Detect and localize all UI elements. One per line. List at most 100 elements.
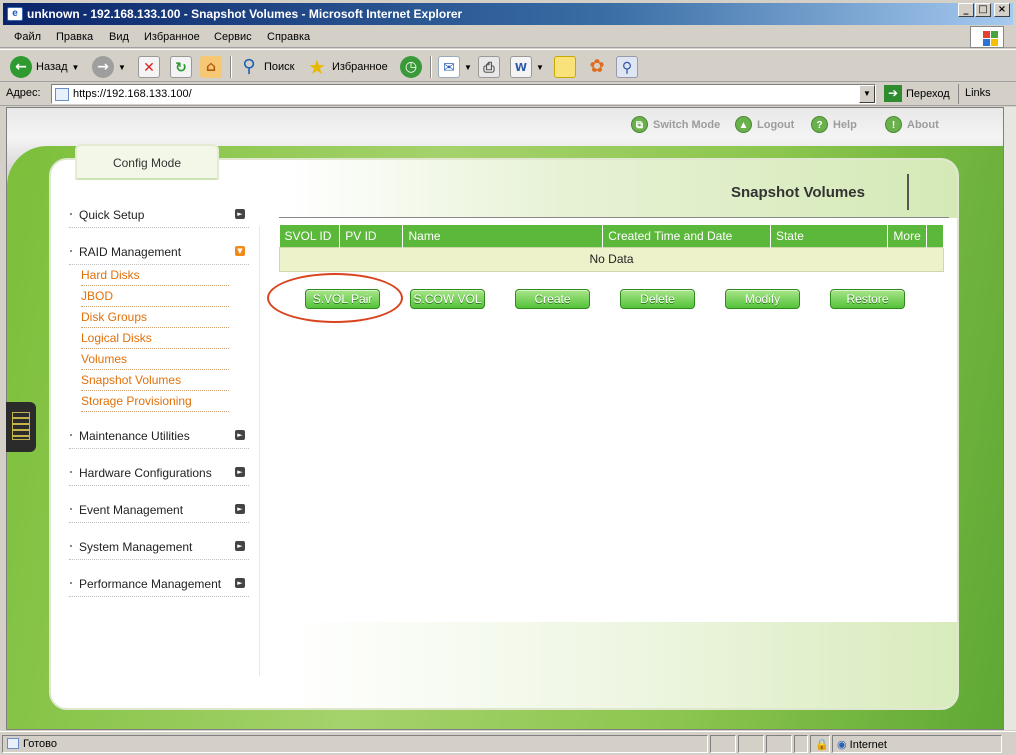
forward-button[interactable]: → ▼ [92,55,126,79]
refresh-icon: ↻ [170,56,192,78]
messenger-button[interactable]: ✿ [586,55,608,79]
logout-link[interactable]: ▲ Logout [735,116,794,133]
menu-edit[interactable]: Правка [56,31,93,43]
research-button[interactable]: ⚲ [616,55,638,79]
table-row: No Data [279,246,944,272]
search-button[interactable]: ⚲ Поиск [238,55,294,79]
sidebar-item-quick-setup[interactable]: Quick Setup ► [69,204,249,228]
address-url[interactable]: https://192.168.133.100/ [73,88,192,100]
column-created[interactable]: Created Time and Date [602,225,771,247]
expand-icon[interactable]: ► [235,467,245,477]
globe-icon: ◉ [837,739,847,751]
search-label: Поиск [264,61,295,73]
sidebar-item-performance[interactable]: Performance Management ► [69,573,249,597]
expand-icon[interactable]: ► [235,209,245,219]
column-svol-id[interactable]: SVOL ID [279,225,341,247]
table-header-row: SVOL ID PV ID Name Created Time and Date… [279,225,945,247]
mail-icon: ✉ [438,56,460,78]
sidebar-item-label: RAID Management [79,245,182,259]
network-widget-icon[interactable] [6,402,36,452]
expand-icon[interactable]: ► [235,541,245,551]
close-button[interactable]: × [994,3,1010,17]
menu-favorites[interactable]: Избранное [144,31,200,43]
sidebar-item-label: Maintenance Utilities [79,429,190,443]
column-state[interactable]: State [769,225,889,247]
sidebar-item-maintenance[interactable]: Maintenance Utilities ► [69,425,249,449]
menu-help[interactable]: Справка [267,31,310,43]
bullet [70,582,72,584]
switch-mode-icon: ⧉ [631,116,648,133]
sidebar-item-raid-management[interactable]: RAID Management ▼ [69,241,249,265]
favorites-button[interactable]: ★ Избранное [306,55,388,79]
status-bar: Готово 🔒 ◉ Internet [0,731,1016,755]
delete-button[interactable]: Delete [620,289,695,309]
bullet [70,250,72,252]
print-button[interactable]: ⎙ [478,55,500,79]
mail-button[interactable]: ✉ ▼ [438,55,472,79]
sidebar-subitem-jbod[interactable]: JBOD [81,286,229,307]
help-icon: ? [811,116,828,133]
sidebar-subitem-storage-provisioning[interactable]: Storage Provisioning [81,391,229,412]
modify-button[interactable]: Modify [725,289,800,309]
sidebar-subitem-hard-disks[interactable]: Hard Disks [81,265,229,286]
go-button[interactable]: ➔ Переход [884,85,950,102]
bullet [70,545,72,547]
sidebar-subitem-disk-groups[interactable]: Disk Groups [81,307,229,328]
switch-mode-link[interactable]: ⧉ Switch Mode [631,116,720,133]
column-pv-id[interactable]: PV ID [339,225,404,247]
sidebar-item-event[interactable]: Event Management ► [69,499,249,523]
stop-button[interactable]: ✕ [138,55,160,79]
sidebar-subitem-label: Disk Groups [81,310,148,324]
links-button[interactable]: Links [958,84,991,104]
history-button[interactable]: ◷ [400,55,422,79]
edit-dropdown-icon[interactable]: ▼ [536,63,544,72]
home-button[interactable]: ⌂ [200,55,222,79]
menu-tools[interactable]: Сервис [214,31,252,43]
address-dropdown-icon[interactable]: ▼ [859,85,875,103]
collapse-icon[interactable]: ▼ [235,246,245,256]
sidebar-item-label: Event Management [79,503,184,517]
create-button[interactable]: Create [515,289,590,309]
config-mode-tab[interactable]: Config Mode [75,144,219,180]
sidebar-item-hardware[interactable]: Hardware Configurations ► [69,462,249,486]
switch-mode-label: Switch Mode [653,118,721,131]
menu-file[interactable]: Файл [14,31,41,43]
forward-dropdown-icon[interactable]: ▼ [118,63,126,72]
sidebar-subitem-snapshot-volumes[interactable]: Snapshot Volumes [81,370,229,391]
scow-vol-button[interactable]: S.COW VOL [410,289,485,309]
sidebar-subitem-logical-disks[interactable]: Logical Disks [81,328,229,349]
sidebar-subitem-label: Hard Disks [81,268,140,282]
lock-icon: 🔒 [810,735,830,753]
vertical-scrollbar[interactable] [1004,107,1016,730]
expand-icon[interactable]: ► [235,430,245,440]
status-cell [794,735,808,753]
expand-icon[interactable]: ► [235,578,245,588]
zone-indicator: ◉ Internet [832,735,1002,753]
sidebar-item-label: Performance Management [79,577,222,591]
restore-button[interactable]: Restore [830,289,905,309]
back-button[interactable]: ← Назад ▼ [10,55,79,79]
discuss-button[interactable] [554,55,576,79]
about-link[interactable]: ! About [885,116,939,133]
column-more[interactable]: More [887,225,927,247]
minimize-button[interactable]: _ [958,3,974,17]
menu-view[interactable]: Вид [109,31,129,43]
help-link[interactable]: ? Help [811,116,857,133]
sidebar-item-system[interactable]: System Management ► [69,536,249,560]
back-dropdown-icon[interactable]: ▼ [72,63,80,72]
column-name[interactable]: Name [402,225,604,247]
bullet [70,213,72,215]
expand-icon[interactable]: ► [235,504,245,514]
page-status-icon [7,738,19,749]
titlebar-gradient: e unknown - 192.168.133.100 - Snapshot V… [3,3,1013,25]
refresh-button[interactable]: ↻ [170,55,192,79]
address-input[interactable]: https://192.168.133.100/ ▼ [51,84,876,104]
mail-dropdown-icon[interactable]: ▼ [464,63,472,72]
sidebar-subitem-volumes[interactable]: Volumes [81,349,229,370]
status-text: Готово [2,735,708,753]
edit-button[interactable]: W ▼ [510,55,544,79]
address-label: Адрес: [6,87,41,99]
sidebar-subitem-label: JBOD [81,289,114,303]
maximize-button[interactable]: □ [975,3,991,17]
menu-bar: Файл Правка Вид Избранное Сервис Справка [0,26,1016,48]
